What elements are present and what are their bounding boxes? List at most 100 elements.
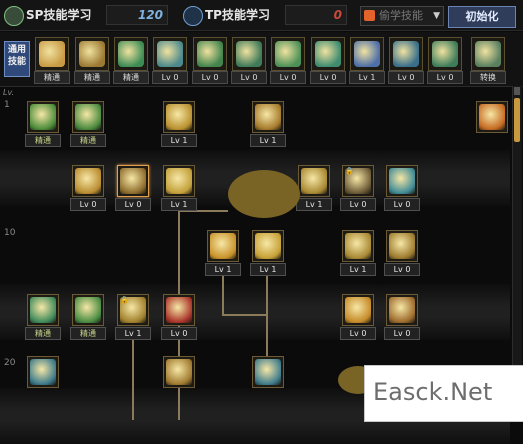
skill-slot[interactable] [207,230,239,262]
skill-slot[interactable] [386,165,418,197]
skill-slot[interactable]: 🔒 [342,165,374,197]
skill-art-icon [30,297,56,323]
quick-skill-slot[interactable] [114,37,148,71]
lock-icon: 🔒 [120,296,129,304]
skill-slot[interactable] [27,356,59,388]
prerequisite-line [266,270,268,356]
skill-slot[interactable] [386,230,418,262]
quick-skill-slot[interactable] [471,37,505,71]
skill-level-caption: Lv 0 [70,198,106,211]
quick-skill-slot[interactable] [35,37,69,71]
skill-slot[interactable] [72,294,104,326]
skill-art-icon [255,104,281,130]
quick-skill-slot[interactable] [311,37,345,71]
quick-skill-caption: Lv 0 [270,71,306,84]
quick-skill-slot[interactable] [75,37,109,71]
skill-slot[interactable] [252,356,284,388]
skill-slot[interactable] [72,101,104,133]
quick-skill-slot[interactable] [350,37,384,71]
skill-level-caption: Lv 0 [115,198,151,211]
skill-slot[interactable]: 🔒 [117,294,149,326]
skill-art-icon [301,168,327,194]
skill-slot[interactable] [252,101,284,133]
sp-skill-tab[interactable]: SP技能学习 120 [4,5,174,26]
quick-skill-slot[interactable] [153,37,187,71]
skill-art-icon [345,233,371,259]
skill-slot[interactable] [163,165,195,197]
skill-art-icon [255,359,281,385]
skill-art-icon [389,168,415,194]
dropdown-label: 偷学技能 [379,9,423,22]
quick-skill-caption: Lv 0 [231,71,267,84]
skill-art-icon [166,104,192,130]
skill-level-caption: Lv 1 [161,198,197,211]
skill-slot[interactable] [27,101,59,133]
pose-skill-icon [393,41,419,67]
quick-skill-slot[interactable] [271,37,305,71]
row-level-label: 10 [4,228,16,238]
skill-level-caption: Lv 0 [384,263,420,276]
skill-level-caption: Lv 1 [115,327,151,340]
prerequisite-line [222,314,268,316]
skill-level-caption: 精通 [25,134,61,147]
quick-skill-slot[interactable] [193,37,227,71]
pose-skill-icon [118,41,144,67]
skill-level-caption: Lv 0 [384,198,420,211]
aura-skill-icon [197,41,223,67]
skill-slot[interactable] [386,294,418,326]
swap-skill-icon [475,41,501,67]
tp-skill-tab[interactable]: TP技能学习 0 [183,5,353,26]
eye-skill-icon [354,41,380,67]
skill-slot[interactable] [342,230,374,262]
pose-skill-icon [275,41,301,67]
tp-points-value: 0 [285,5,347,25]
skill-slot[interactable] [163,356,195,388]
skill-level-caption: Lv 1 [205,263,241,276]
skill-slot[interactable] [72,165,104,197]
quick-skill-caption: Lv 0 [427,71,463,84]
skill-slot[interactable] [117,165,149,197]
quick-skill-caption: Lv 0 [192,71,228,84]
skill-slot[interactable] [252,230,284,262]
common-skill-bar: 通用 技能 精通 精通 精通 Lv 0 Lv 0 Lv 0 Lv 0 Lv 0 Lv 1 Lv 0… [0,32,523,87]
skill-level-caption: Lv 1 [340,263,376,276]
skill-slot[interactable] [342,294,374,326]
quick-skill-caption: 精通 [34,71,70,84]
pose-skill-icon [315,41,341,67]
prerequisite-line [132,336,134,420]
skill-art-icon [166,168,192,194]
pose-skill-icon [432,41,458,67]
scroll-thumb[interactable] [514,98,520,142]
skill-level-caption: Lv 0 [161,327,197,340]
skill-slot[interactable] [163,101,195,133]
site-watermark: Easck.Net [364,365,523,422]
skill-slot[interactable] [298,165,330,197]
quick-skill-slot[interactable] [232,37,266,71]
lock-icon: 🔒 [345,167,354,175]
mascot-decoration [228,170,300,218]
quick-skill-caption: Lv 0 [310,71,346,84]
skill-level-caption: 精通 [70,134,106,147]
reset-button[interactable]: 初始化 [448,6,516,28]
quick-skill-slot[interactable] [389,37,423,71]
skill-art-icon [30,359,56,385]
quick-skill-caption: Lv 0 [152,71,188,84]
sp-points-value: 120 [106,5,168,25]
skill-slot[interactable] [476,101,508,133]
stolen-skill-dropdown[interactable]: 偷学技能 ▼ [360,6,444,26]
skill-level-caption: Lv 0 [340,198,376,211]
skill-header-bar: SP技能学习 120 TP技能学习 0 偷学技能 ▼ 初始化 [0,0,523,31]
prerequisite-line [222,270,224,316]
scroll-up-arrow[interactable] [514,87,520,95]
quick-skill-slot[interactable] [428,37,462,71]
row-level-label: 1 [4,100,10,110]
quick-skill-caption: 转换 [470,71,506,84]
flame-icon [364,10,375,21]
skill-slot[interactable] [163,294,195,326]
skill-art-icon [120,168,146,194]
sp-tab-label: SP技能学习 [26,8,92,22]
skill-art-icon [166,359,192,385]
skill-slot[interactable] [27,294,59,326]
skill-art-icon [345,297,371,323]
pose-skill-icon [79,41,105,67]
